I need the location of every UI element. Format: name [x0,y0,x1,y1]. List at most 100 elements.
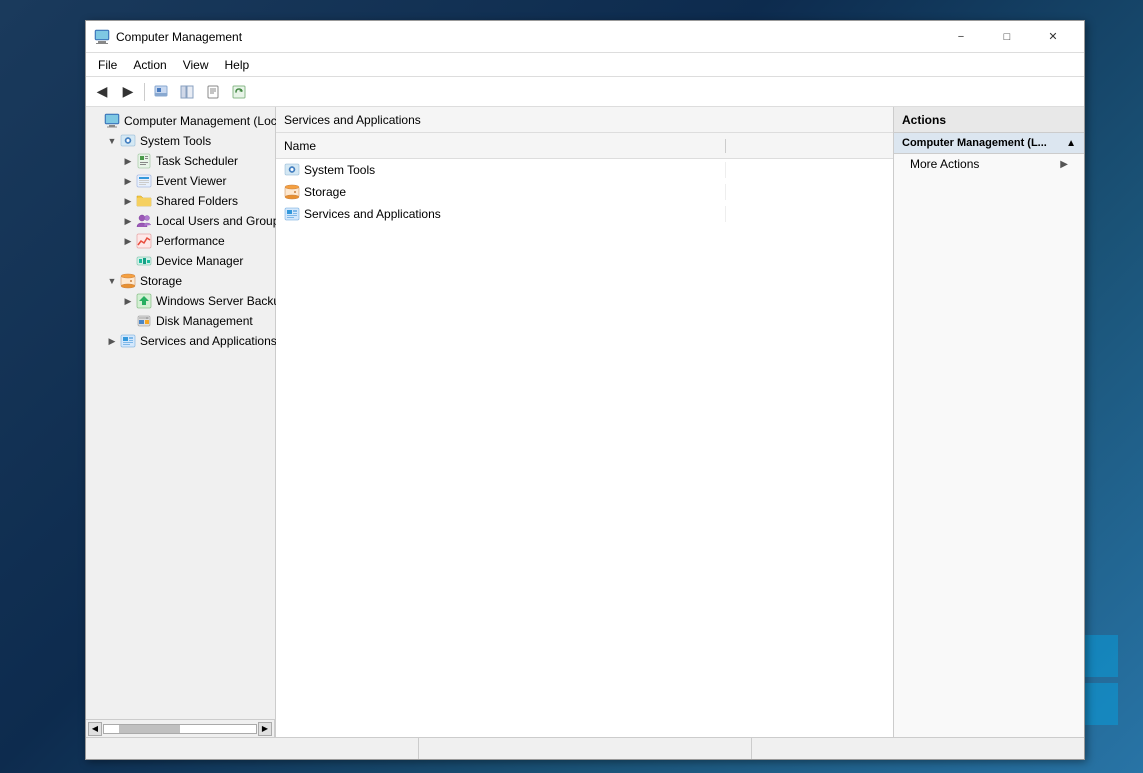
actions-panel: Actions Computer Management (L... ▲ More… [894,107,1084,737]
tree-node-windows-backup[interactable]: ▶ Windows Server Backup [86,291,275,311]
expand-system-tools[interactable]: ▼ [104,133,120,149]
system-tools-icon [120,133,136,149]
expand-windows-backup[interactable]: ▶ [120,293,136,309]
expand-shared-folders[interactable]: ▶ [120,193,136,209]
menu-view[interactable]: View [175,56,217,74]
computer-management-window: Computer Management − □ ✕ File Action Vi… [85,20,1085,760]
status-segment-2 [419,738,752,759]
menu-help[interactable]: Help [217,56,258,74]
refresh-button[interactable] [227,81,251,103]
center-label-services-apps: Services and Applications [304,207,441,221]
center-cell-storage-name: Storage [276,184,726,200]
expand-device-manager [120,253,136,269]
disk-management-icon [136,313,152,329]
maximize-button[interactable]: □ [984,21,1030,53]
scroll-track[interactable] [103,724,257,734]
expand-performance[interactable]: ▶ [120,233,136,249]
close-button[interactable]: ✕ [1030,21,1076,53]
windows-backup-icon [136,293,152,309]
tree-node-local-users[interactable]: ▶ Local Users and Groups [86,211,275,231]
expand-task-scheduler[interactable]: ▶ [120,153,136,169]
tree-label-device-manager: Device Manager [156,254,243,268]
tree-node-shared-folders[interactable]: ▶ Shared Folders [86,191,275,211]
expand-root [88,113,104,129]
center-row-system-tools[interactable]: System Tools [276,159,893,181]
scroll-thumb[interactable] [119,725,180,733]
center-cell-system-tools-name: System Tools [276,162,726,178]
actions-section-computer-management[interactable]: Computer Management (L... ▲ [894,133,1084,154]
tree-node-storage[interactable]: ▼ Storage [86,271,275,291]
tree-label-event-viewer: Event Viewer [156,174,226,188]
center-label-system-tools: System Tools [304,163,375,177]
event-viewer-icon [136,173,152,189]
status-segment-1 [86,738,419,759]
status-bar [86,737,1084,759]
services-apps-icon [120,333,136,349]
tree-panel: Computer Management (Local ▼ System Tool… [86,107,275,719]
up-button[interactable] [149,81,173,103]
tree-label-disk-management: Disk Management [156,314,253,328]
center-label-storage: Storage [304,185,346,199]
menu-file[interactable]: File [90,56,125,74]
expand-storage[interactable]: ▼ [104,273,120,289]
expand-event-viewer[interactable]: ▶ [120,173,136,189]
shared-folders-icon [136,193,152,209]
expand-services-apps[interactable]: ▶ [104,333,120,349]
center-panel: Services and Applications Name [276,107,894,737]
tree-horizontal-scrollbar[interactable]: ◀ ▶ [86,719,275,737]
back-button[interactable]: ◀ [90,81,114,103]
tree-node-root[interactable]: Computer Management (Local [86,111,275,131]
tree-label-root: Computer Management (Local [124,114,286,128]
toolbar-separator-1 [144,83,145,101]
title-bar: Computer Management − □ ✕ [86,21,1084,53]
window-title: Computer Management [116,30,938,44]
window-icon [94,29,110,45]
minimize-button[interactable]: − [938,21,984,53]
actions-section-collapse-icon: ▲ [1066,138,1076,149]
menu-bar: File Action View Help [86,53,1084,77]
properties-button[interactable] [201,81,225,103]
col-header-name: Name [276,139,726,153]
tree-node-services-apps[interactable]: ▶ Services and Applications [86,331,275,351]
center-column-header: Name [276,133,893,159]
task-scheduler-icon [136,153,152,169]
expand-local-users[interactable]: ▶ [120,213,136,229]
actions-item-more-actions-label: More Actions [910,157,979,171]
center-cell-services-apps-name: Services and Applications [276,206,726,222]
forward-button[interactable]: ▶ [116,81,140,103]
scroll-right-button[interactable]: ▶ [258,722,272,736]
tree-node-system-tools[interactable]: ▼ System Tools [86,131,275,151]
performance-icon [136,233,152,249]
breadcrumb-bar: Services and Applications [276,107,893,133]
tree-label-windows-backup: Windows Server Backup [156,294,287,308]
actions-item-more-actions[interactable]: More Actions ▶ [894,154,1084,174]
device-manager-icon [136,253,152,269]
main-area: Computer Management (Local ▼ System Tool… [86,107,1084,737]
menu-action[interactable]: Action [125,56,174,74]
actions-item-arrow-icon: ▶ [1060,159,1068,170]
tree-node-disk-management[interactable]: Disk Management [86,311,275,331]
tree-label-task-scheduler: Task Scheduler [156,154,238,168]
status-segment-3 [752,738,1084,759]
tree-label-services-apps: Services and Applications [140,334,277,348]
toolbar: ◀ ▶ [86,77,1084,107]
tree-node-event-viewer[interactable]: ▶ Event Viewer [86,171,275,191]
tree-node-task-scheduler[interactable]: ▶ Task Scheduler [86,151,275,171]
actions-header: Actions [894,107,1084,133]
computer-icon [104,113,120,129]
center-content: System Tools Storage [276,159,893,737]
scroll-left-button[interactable]: ◀ [88,722,102,736]
tree-label-local-users: Local Users and Groups [156,214,285,228]
tree-node-performance[interactable]: ▶ Performance [86,231,275,251]
tree-node-device-manager[interactable]: Device Manager [86,251,275,271]
tree-label-shared-folders: Shared Folders [156,194,238,208]
center-row-services-apps[interactable]: Services and Applications [276,203,893,225]
local-users-icon [136,213,152,229]
tree-label-system-tools: System Tools [140,134,211,148]
show-tree-button[interactable] [175,81,199,103]
title-bar-controls: − □ ✕ [938,21,1076,53]
storage-icon-tree [120,273,136,289]
center-row-storage[interactable]: Storage [276,181,893,203]
breadcrumb: Services and Applications [284,113,421,127]
tree-label-performance: Performance [156,234,225,248]
